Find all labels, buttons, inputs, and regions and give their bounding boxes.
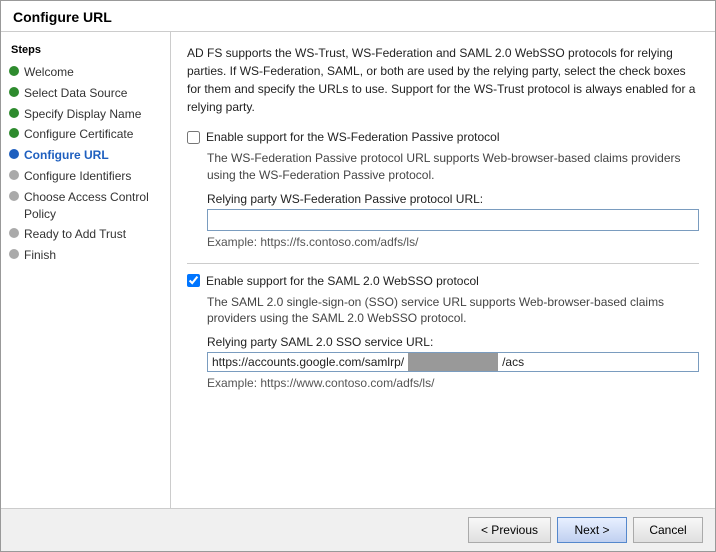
step-dot-configure-url — [9, 149, 19, 159]
next-button[interactable]: Next > — [557, 517, 627, 543]
step-dot-choose-access-control — [9, 191, 19, 201]
saml-field-label: Relying party SAML 2.0 SSO service URL: — [207, 335, 699, 349]
saml-example: Example: https://www.contoso.com/adfs/ls… — [207, 376, 699, 390]
sidebar-item-label-configure-url: Configure URL — [24, 147, 164, 164]
sidebar-item-select-data-source: Select Data Source — [1, 83, 170, 104]
sidebar-item-label-configure-certificate: Configure Certificate — [24, 126, 164, 143]
sidebar-item-configure-url: Configure URL — [1, 145, 170, 166]
sidebar-item-specify-display-name: Specify Display Name — [1, 104, 170, 125]
saml-checkbox[interactable] — [187, 274, 200, 287]
saml-url-redacted — [408, 353, 498, 371]
sidebar-item-label-finish: Finish — [24, 247, 164, 264]
ws-federation-section: Enable support for the WS-Federation Pas… — [187, 130, 699, 249]
ws-federation-checkbox[interactable] — [187, 131, 200, 144]
section-divider — [187, 263, 699, 264]
step-dot-configure-certificate — [9, 128, 19, 138]
sidebar: Steps Welcome Select Data Source Specify… — [1, 32, 171, 508]
sidebar-item-label-ready-to-add-trust: Ready to Add Trust — [24, 226, 164, 243]
sidebar-item-label-select-data-source: Select Data Source — [24, 85, 164, 102]
step-dot-welcome — [9, 66, 19, 76]
step-dot-ready-to-add-trust — [9, 228, 19, 238]
dialog-body: Steps Welcome Select Data Source Specify… — [1, 32, 715, 508]
sidebar-item-label-configure-identifiers: Configure Identifiers — [24, 168, 164, 185]
step-dot-finish — [9, 249, 19, 259]
ws-federation-checkbox-row[interactable]: Enable support for the WS-Federation Pas… — [187, 130, 699, 144]
previous-button[interactable]: < Previous — [468, 517, 551, 543]
steps-label: Steps — [1, 42, 170, 62]
sidebar-item-finish: Finish — [1, 245, 170, 266]
configure-url-dialog: Configure URL Steps Welcome Select Data … — [0, 0, 716, 552]
dialog-footer: < Previous Next > Cancel — [1, 508, 715, 551]
ws-federation-indented: The WS-Federation Passive protocol URL s… — [207, 150, 699, 249]
ws-federation-field-label: Relying party WS-Federation Passive prot… — [207, 192, 699, 206]
saml-url-prefix: https://accounts.google.com/samlrp/ — [208, 353, 408, 371]
sidebar-item-choose-access-control: Choose Access Control Policy — [1, 187, 170, 225]
dialog-title: Configure URL — [1, 1, 715, 32]
sidebar-item-label-choose-access-control: Choose Access Control Policy — [24, 189, 164, 223]
step-dot-configure-identifiers — [9, 170, 19, 180]
saml-checkbox-row[interactable]: Enable support for the SAML 2.0 WebSSO p… — [187, 274, 699, 288]
sidebar-item-label-specify-display-name: Specify Display Name — [24, 106, 164, 123]
sidebar-item-label-welcome: Welcome — [24, 64, 164, 81]
saml-url-row[interactable]: https://accounts.google.com/samlrp/ /acs — [207, 352, 699, 372]
step-dot-specify-display-name — [9, 108, 19, 118]
ws-federation-example: Example: https://fs.contoso.com/adfs/ls/ — [207, 235, 699, 249]
intro-text: AD FS supports the WS-Trust, WS-Federati… — [187, 44, 699, 116]
ws-federation-checkbox-label[interactable]: Enable support for the WS-Federation Pas… — [206, 130, 499, 144]
ws-federation-url-input[interactable] — [207, 209, 699, 231]
cancel-button[interactable]: Cancel — [633, 517, 703, 543]
sidebar-item-configure-certificate: Configure Certificate — [1, 124, 170, 145]
saml-desc: The SAML 2.0 single-sign-on (SSO) servic… — [207, 294, 699, 328]
saml-url-suffix: /acs — [498, 353, 528, 371]
main-content: AD FS supports the WS-Trust, WS-Federati… — [171, 32, 715, 508]
saml-checkbox-label[interactable]: Enable support for the SAML 2.0 WebSSO p… — [206, 274, 479, 288]
ws-federation-desc: The WS-Federation Passive protocol URL s… — [207, 150, 699, 184]
sidebar-item-ready-to-add-trust: Ready to Add Trust — [1, 224, 170, 245]
saml-indented: The SAML 2.0 single-sign-on (SSO) servic… — [207, 294, 699, 391]
sidebar-item-welcome: Welcome — [1, 62, 170, 83]
sidebar-item-configure-identifiers: Configure Identifiers — [1, 166, 170, 187]
saml-section: Enable support for the SAML 2.0 WebSSO p… — [187, 274, 699, 391]
step-dot-select-data-source — [9, 87, 19, 97]
